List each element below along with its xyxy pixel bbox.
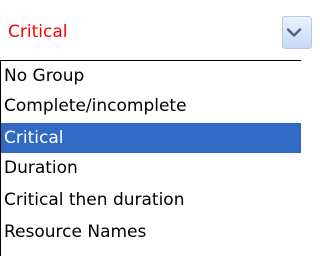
option-no-group[interactable]: No Group <box>1 61 301 91</box>
combo-selected-value: Critical <box>8 22 68 42</box>
option-duration[interactable]: Duration <box>1 153 301 183</box>
group-by-picker: Critical No Group Complete/incomplete Cr… <box>0 0 312 256</box>
option-resource-names[interactable]: Resource Names <box>1 217 301 247</box>
dropdown-toggle-button[interactable] <box>282 16 312 49</box>
dropdown-list: No Group Complete/incomplete Critical Du… <box>0 60 301 256</box>
chevron-down-icon <box>287 28 301 37</box>
option-critical[interactable]: Critical <box>1 123 301 153</box>
option-critical-then-duration[interactable]: Critical then duration <box>1 185 301 215</box>
option-complete-incomplete[interactable]: Complete/incomplete <box>1 91 301 121</box>
group-by-combo[interactable]: Critical <box>0 0 312 60</box>
